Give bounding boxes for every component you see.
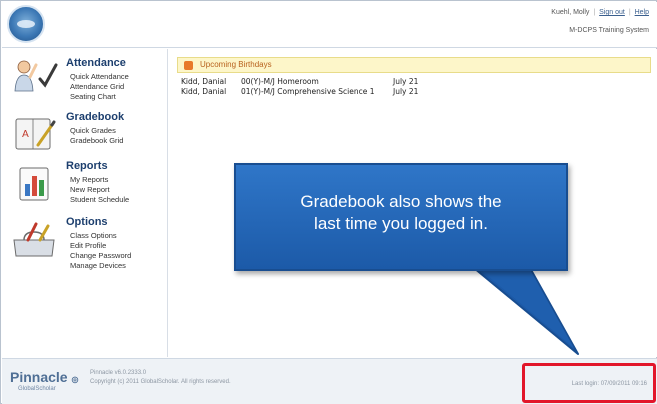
- birthday-class: 00(Y)-M/J Homeroom: [241, 77, 319, 86]
- nav-title-attendance[interactable]: Attendance: [66, 57, 126, 69]
- brand-name: Pinnacle: [10, 369, 68, 385]
- globalscholar-label: GlobalScholar: [18, 386, 56, 392]
- birthday-student-name: Kidd, Danial: [181, 87, 227, 96]
- birthday-row: Kidd, Danial 01(Y)-M/J Comprehensive Sci…: [181, 87, 641, 97]
- svg-text:A: A: [22, 129, 29, 140]
- toolbox-icon: [13, 222, 55, 257]
- nav-item-my-reports[interactable]: My Reports: [70, 175, 108, 184]
- sign-out-link[interactable]: Sign out: [599, 9, 625, 16]
- nav-item-attendance-grid[interactable]: Attendance Grid: [70, 82, 124, 91]
- nav-group-attendance: Attendance Quick Attendance Attendance G…: [2, 55, 168, 117]
- callout-line-2: last time you logged in.: [314, 214, 488, 233]
- nav-group-options: Options Class Options Edit Profile Chang…: [2, 214, 168, 284]
- separator: |: [628, 9, 631, 16]
- system-name: M-DCPS Training System: [569, 27, 649, 34]
- nav-item-student-schedule[interactable]: Student Schedule: [70, 195, 129, 204]
- birthday-date: July 21: [393, 87, 419, 96]
- separator: |: [593, 9, 596, 16]
- nav-item-class-options[interactable]: Class Options: [70, 231, 117, 240]
- nav-item-change-password[interactable]: Change Password: [70, 251, 131, 260]
- birthdays-title: Upcoming Birthdays: [200, 60, 272, 69]
- nav-group-gradebook: A Gradebook Quick Grades Gradebook Grid: [2, 109, 168, 159]
- nav-item-quick-attendance[interactable]: Quick Attendance: [70, 72, 129, 81]
- callout-box: Gradebook also shows the last time you l…: [234, 163, 568, 271]
- help-link[interactable]: Help: [635, 9, 649, 16]
- nav-item-new-report[interactable]: New Report: [70, 185, 110, 194]
- copyright-text: Copyright (c) 2011 GlobalScholar. All ri…: [90, 379, 231, 385]
- birthday-class: 01(Y)-M/J Comprehensive Science 1: [241, 87, 375, 96]
- last-login-highlight: [522, 363, 656, 403]
- birthday-date: July 21: [393, 77, 419, 86]
- nav-item-gradebook-grid[interactable]: Gradebook Grid: [70, 136, 123, 145]
- birthday-cake-icon: [184, 61, 193, 70]
- callout-line-1: Gradebook also shows the: [300, 192, 502, 211]
- callout-text: Gradebook also shows the last time you l…: [236, 191, 566, 235]
- nav-title-options[interactable]: Options: [66, 216, 108, 228]
- birthdays-header: Upcoming Birthdays: [177, 57, 651, 73]
- school-logo-icon: [7, 5, 45, 43]
- birthday-student-name: Kidd, Danial: [181, 77, 227, 86]
- nav-title-gradebook[interactable]: Gradebook: [66, 111, 124, 123]
- user-name: Kuehl, Molly: [551, 9, 590, 16]
- nav-item-edit-profile[interactable]: Edit Profile: [70, 241, 106, 250]
- birthday-row: Kidd, Danial 00(Y)-M/J Homeroom July 21: [181, 77, 641, 87]
- reports-icon: [19, 167, 49, 201]
- sidebar: Attendance Quick Attendance Attendance G…: [2, 49, 168, 357]
- gradebook-icon: A: [15, 118, 56, 150]
- nav-item-seating-chart[interactable]: Seating Chart: [70, 92, 116, 101]
- nav-item-quick-grades[interactable]: Quick Grades: [70, 126, 116, 135]
- pinnacle-logo: Pinnacle ◎: [10, 369, 78, 385]
- version-text: Pinnacle v6.0.2333.0: [90, 370, 147, 376]
- nav-item-manage-devices[interactable]: Manage Devices: [70, 261, 126, 270]
- nav-title-reports[interactable]: Reports: [66, 160, 108, 172]
- nav-group-reports: Reports My Reports New Report Student Sc…: [2, 158, 168, 214]
- header: Kuehl, Molly | Sign out | Help M-DCPS Tr…: [2, 2, 657, 48]
- user-bar: Kuehl, Molly | Sign out | Help: [551, 9, 649, 16]
- attendance-icon: [14, 60, 58, 92]
- registered-icon: ◎: [71, 375, 79, 384]
